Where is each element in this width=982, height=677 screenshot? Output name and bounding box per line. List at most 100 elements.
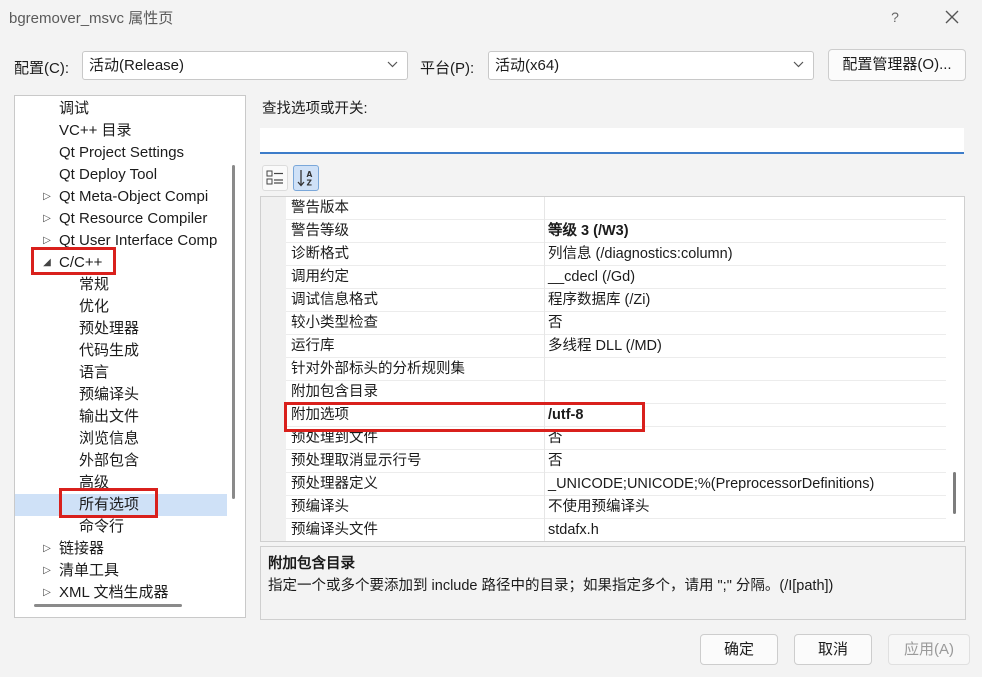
tree-item[interactable]: 代码生成 — [15, 340, 227, 362]
tree-item-label: Qt Deploy Tool — [59, 166, 158, 183]
alphabetical-sort-button[interactable]: A Z — [293, 165, 319, 191]
property-row[interactable]: 警告版本 — [286, 197, 946, 220]
property-row[interactable]: 附加选项/utf-8 — [286, 404, 946, 427]
property-row[interactable]: 调用约定 __cdecl (/Gd) — [286, 266, 946, 289]
property-name: 警告等级 — [291, 223, 349, 239]
collapse-arrow-icon[interactable]: ▷ — [41, 560, 53, 582]
tree-item[interactable]: 所有选项 — [15, 494, 227, 516]
property-name: 调用约定 — [291, 269, 349, 285]
expand-arrow-icon[interactable]: ◢ — [41, 252, 53, 274]
property-value[interactable]: __cdecl (/Gd) — [548, 266, 635, 288]
property-value[interactable]: stdafx.h — [548, 519, 599, 541]
tree-item[interactable]: ▷ XML 文档生成器 — [15, 582, 227, 604]
property-row[interactable]: 警告等级 等级 3 (/W3) — [286, 220, 946, 243]
tree-item-label: 高级 — [79, 474, 110, 491]
property-row[interactable]: 诊断格式 列信息 (/diagnostics:column) — [286, 243, 946, 266]
tree-horizontal-scrollbar[interactable] — [34, 604, 182, 607]
property-name: 针对外部标头的分析规则集 — [291, 361, 465, 377]
tree-item[interactable]: Qt Deploy Tool — [15, 164, 227, 186]
property-name: 预处理取消显示行号 — [291, 453, 422, 469]
config-dropdown[interactable]: 活动(Release) — [82, 51, 408, 80]
tree-item[interactable]: ▷ Qt User Interface Comp — [15, 230, 227, 252]
platform-label: 平台(P): — [420, 60, 475, 77]
close-button[interactable] — [934, 4, 970, 30]
tree-item[interactable]: 调试 — [15, 98, 227, 120]
collapse-arrow-icon[interactable]: ▷ — [41, 582, 53, 604]
property-value[interactable]: 不使用预编译头 — [548, 496, 650, 518]
tree-item[interactable]: 优化 — [15, 296, 227, 318]
property-row[interactable]: 预编译头 不使用预编译头 — [286, 496, 946, 519]
ok-button[interactable]: 确定 — [700, 634, 778, 665]
cancel-button[interactable]: 取消 — [794, 634, 872, 665]
property-row[interactable]: 运行库 多线程 DLL (/MD) — [286, 335, 946, 358]
property-row[interactable]: 预编译头文件 stdafx.h — [286, 519, 946, 541]
property-row[interactable]: 预处理器定义 _UNICODE;UNICODE;%(PreprocessorDef… — [286, 473, 946, 496]
apply-button[interactable]: 应用(A) — [888, 634, 970, 665]
svg-text:Z: Z — [307, 179, 313, 188]
tree-item[interactable]: 外部包含 — [15, 450, 227, 472]
tree-item[interactable]: ▷ 链接器 — [15, 538, 227, 560]
config-manager-button[interactable]: 配置管理器(O)... — [828, 49, 966, 81]
property-row[interactable]: 附加包含目录 — [286, 381, 946, 404]
property-tree[interactable]: 调试 VC++ 目录 Qt Project Settings Qt Deploy To… — [14, 95, 246, 618]
categorized-list-icon — [266, 170, 283, 185]
platform-dropdown[interactable]: 活动(x64) — [488, 51, 814, 80]
tree-item[interactable]: Qt Project Settings — [15, 142, 227, 164]
property-value[interactable]: 否 — [548, 450, 563, 472]
tree-item-label: 优化 — [79, 298, 110, 315]
tree-item-label: 命令行 — [79, 518, 125, 535]
collapse-arrow-icon[interactable]: ▷ — [41, 230, 53, 252]
property-name: 诊断格式 — [291, 246, 349, 262]
property-value[interactable]: 否 — [548, 312, 563, 334]
tree-item-label: 外部包含 — [79, 452, 140, 469]
property-value[interactable]: 列信息 (/diagnostics:column) — [548, 243, 733, 265]
search-input[interactable] — [260, 128, 964, 154]
help-button[interactable]: ? — [880, 4, 910, 30]
property-value[interactable]: 否 — [548, 427, 563, 449]
property-row[interactable]: 预处理取消显示行号 否 — [286, 450, 946, 473]
tree-item-label: C/C++ — [59, 254, 103, 271]
tree-item[interactable]: 预编译头 — [15, 384, 227, 406]
collapse-arrow-icon[interactable]: ▷ — [41, 186, 53, 208]
tree-item[interactable]: ▷ Qt Meta-Object Compi — [15, 186, 227, 208]
tree-vertical-scrollbar[interactable] — [232, 165, 235, 499]
grid-gutter — [261, 197, 286, 541]
grid-column-divider[interactable] — [544, 197, 545, 541]
search-label: 查找选项或开关: — [262, 101, 368, 117]
property-row[interactable]: 较小类型检查 否 — [286, 312, 946, 335]
tree-item[interactable]: 浏览信息 — [15, 428, 227, 450]
property-value[interactable]: /utf-8 — [548, 404, 583, 426]
tree-item[interactable]: 高级 — [15, 472, 227, 494]
property-row[interactable]: 预处理到文件 否 — [286, 427, 946, 450]
tree-item-label: VC++ 目录 — [59, 122, 132, 139]
collapse-arrow-icon[interactable]: ▷ — [41, 538, 53, 560]
property-value[interactable]: 等级 3 (/W3) — [548, 220, 629, 242]
close-icon — [945, 10, 959, 24]
tree-item[interactable]: 输出文件 — [15, 406, 227, 428]
grid-vertical-scrollbar[interactable] — [953, 472, 956, 514]
tree-item[interactable]: ▷ 清单工具 — [15, 560, 227, 582]
tree-item[interactable]: VC++ 目录 — [15, 120, 227, 142]
property-value[interactable]: _UNICODE;UNICODE;%(PreprocessorDefinitio… — [548, 473, 874, 495]
tree-item[interactable]: ▷ Qt Resource Compiler — [15, 208, 227, 230]
tree-item-label: 预编译头 — [79, 386, 140, 403]
collapse-arrow-icon[interactable]: ▷ — [41, 208, 53, 230]
description-title: 附加包含目录 — [268, 556, 355, 572]
tree-item-label: Qt Resource Compiler — [59, 210, 208, 227]
property-row[interactable]: 针对外部标头的分析规则集 — [286, 358, 946, 381]
property-name: 预处理到文件 — [291, 430, 378, 446]
tree-item[interactable]: 常规 — [15, 274, 227, 296]
property-grid[interactable]: 警告版本警告等级 等级 3 (/W3) 诊断格式 列信息 (/diagnostics:… — [260, 196, 965, 542]
tree-item[interactable]: 预处理器 — [15, 318, 227, 340]
tree-item-label: 所有选项 — [79, 496, 140, 513]
property-row[interactable]: 调试信息格式 程序数据库 (/Zi) — [286, 289, 946, 312]
chevron-down-icon — [793, 61, 804, 68]
tree-item-label: XML 文档生成器 — [59, 584, 169, 601]
property-value[interactable]: 程序数据库 (/Zi) — [548, 289, 650, 311]
config-value: 活动(Release) — [89, 57, 185, 74]
tree-item[interactable]: ◢ C/C++ — [15, 252, 227, 274]
property-value[interactable]: 多线程 DLL (/MD) — [548, 335, 662, 357]
tree-item[interactable]: 语言 — [15, 362, 227, 384]
categorized-view-button[interactable] — [262, 165, 288, 191]
tree-item[interactable]: 命令行 — [15, 516, 227, 538]
